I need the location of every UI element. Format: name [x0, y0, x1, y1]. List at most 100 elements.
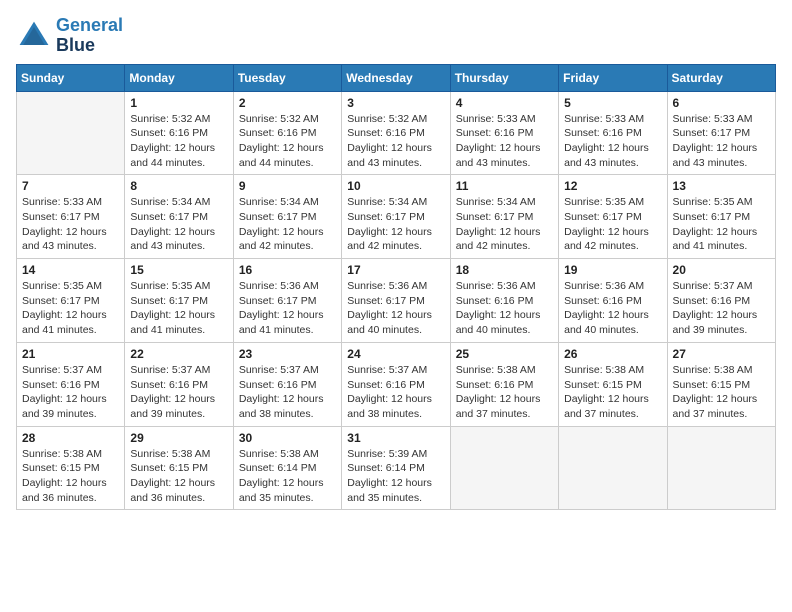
day-number: 10	[347, 179, 444, 193]
cell-info: Sunrise: 5:38 AM Sunset: 6:15 PM Dayligh…	[564, 363, 661, 422]
cell-info: Sunrise: 5:37 AM Sunset: 6:16 PM Dayligh…	[130, 363, 227, 422]
calendar-cell: 15 Sunrise: 5:35 AM Sunset: 6:17 PM Dayli…	[125, 259, 233, 343]
day-number: 12	[564, 179, 661, 193]
day-number: 30	[239, 431, 336, 445]
calendar-cell: 6 Sunrise: 5:33 AM Sunset: 6:17 PM Daylig…	[667, 91, 775, 175]
calendar-cell: 2Sunrise: 5:32 AM Sunset: 6:16 PM Daylig…	[233, 91, 341, 175]
cell-info: Sunrise: 5:36 AM Sunset: 6:16 PM Dayligh…	[564, 279, 661, 338]
logo-icon	[16, 18, 52, 54]
calendar-cell: 10 Sunrise: 5:34 AM Sunset: 6:17 PM Dayli…	[342, 175, 450, 259]
calendar-cell: 7Sunrise: 5:33 AM Sunset: 6:17 PM Daylig…	[17, 175, 125, 259]
day-number: 20	[673, 263, 770, 277]
logo-text: General Blue	[56, 16, 123, 56]
cell-info: Sunrise: 5:34 AM Sunset: 6:17 PM Dayligh…	[239, 195, 336, 254]
calendar-cell: 8 Sunrise: 5:34 AM Sunset: 6:17 PM Daylig…	[125, 175, 233, 259]
calendar-cell: 28 Sunrise: 5:38 AM Sunset: 6:15 PM Dayli…	[17, 426, 125, 510]
cell-info: Sunrise: 5:37 AM Sunset: 6:16 PM Dayligh…	[673, 279, 770, 338]
cell-info: Sunrise: 5:35 AM Sunset: 6:17 PM Dayligh…	[564, 195, 661, 254]
logo: General Blue	[16, 16, 123, 56]
cell-info: Sunrise: 5:32 AM Sunset: 6:16 PM Dayligh…	[347, 112, 444, 171]
cell-info: Sunrise: 5:38 AM Sunset: 6:15 PM Dayligh…	[130, 447, 227, 506]
day-number: 13	[673, 179, 770, 193]
calendar-cell	[17, 91, 125, 175]
calendar-cell: 12 Sunrise: 5:35 AM Sunset: 6:17 PM Dayli…	[559, 175, 667, 259]
day-number: 25	[456, 347, 553, 361]
weekday-header-saturday: Saturday	[667, 64, 775, 91]
day-number: 26	[564, 347, 661, 361]
cell-info: Sunrise: 5:38 AM Sunset: 6:15 PM Dayligh…	[673, 363, 770, 422]
cell-info: Sunrise: 5:37 AM Sunset: 6:16 PM Dayligh…	[239, 363, 336, 422]
calendar-cell: 29 Sunrise: 5:38 AM Sunset: 6:15 PM Dayli…	[125, 426, 233, 510]
cell-info: Sunrise: 5:39 AM Sunset: 6:14 PM Dayligh…	[347, 447, 444, 506]
calendar-cell: 5Sunrise: 5:33 AM Sunset: 6:16 PM Daylig…	[559, 91, 667, 175]
cell-info: Sunrise: 5:33 AM Sunset: 6:16 PM Dayligh…	[456, 112, 553, 171]
cell-info: Sunrise: 5:38 AM Sunset: 6:16 PM Dayligh…	[456, 363, 553, 422]
calendar-cell	[559, 426, 667, 510]
day-number: 23	[239, 347, 336, 361]
calendar-cell: 24 Sunrise: 5:37 AM Sunset: 6:16 PM Dayli…	[342, 342, 450, 426]
cell-info: Sunrise: 5:33 AM Sunset: 6:16 PM Dayligh…	[564, 112, 661, 171]
cell-info: Sunrise: 5:34 AM Sunset: 6:17 PM Dayligh…	[130, 195, 227, 254]
weekday-header-monday: Monday	[125, 64, 233, 91]
calendar-week-3: 14Sunrise: 5:35 AM Sunset: 6:17 PM Dayli…	[17, 259, 776, 343]
calendar-cell: 20 Sunrise: 5:37 AM Sunset: 6:16 PM Dayli…	[667, 259, 775, 343]
calendar-cell	[450, 426, 558, 510]
calendar-cell: 22 Sunrise: 5:37 AM Sunset: 6:16 PM Dayli…	[125, 342, 233, 426]
day-number: 17	[347, 263, 444, 277]
calendar-cell: 3 Sunrise: 5:32 AM Sunset: 6:16 PM Daylig…	[342, 91, 450, 175]
calendar-cell: 21 Sunrise: 5:37 AM Sunset: 6:16 PM Dayli…	[17, 342, 125, 426]
cell-info: Sunrise: 5:35 AM Sunset: 6:17 PM Dayligh…	[130, 279, 227, 338]
cell-info: Sunrise: 5:37 AM Sunset: 6:16 PM Dayligh…	[22, 363, 119, 422]
calendar-cell: 18Sunrise: 5:36 AM Sunset: 6:16 PM Dayli…	[450, 259, 558, 343]
cell-info: Sunrise: 5:33 AM Sunset: 6:17 PM Dayligh…	[22, 195, 119, 254]
cell-info: Sunrise: 5:36 AM Sunset: 6:17 PM Dayligh…	[347, 279, 444, 338]
day-number: 21	[22, 347, 119, 361]
page-header: General Blue	[16, 16, 776, 56]
weekday-header-friday: Friday	[559, 64, 667, 91]
weekday-header-sunday: Sunday	[17, 64, 125, 91]
day-number: 4	[456, 96, 553, 110]
day-number: 1	[130, 96, 227, 110]
calendar-cell	[667, 426, 775, 510]
calendar-cell: 31 Sunrise: 5:39 AM Sunset: 6:14 PM Dayli…	[342, 426, 450, 510]
calendar-table: SundayMondayTuesdayWednesdayThursdayFrid…	[16, 64, 776, 511]
cell-info: Sunrise: 5:36 AM Sunset: 6:17 PM Dayligh…	[239, 279, 336, 338]
day-number: 29	[130, 431, 227, 445]
calendar-cell: 25 Sunrise: 5:38 AM Sunset: 6:16 PM Dayli…	[450, 342, 558, 426]
day-number: 8	[130, 179, 227, 193]
day-number: 31	[347, 431, 444, 445]
calendar-cell: 26 Sunrise: 5:38 AM Sunset: 6:15 PM Dayli…	[559, 342, 667, 426]
day-number: 9	[239, 179, 336, 193]
calendar-week-2: 7Sunrise: 5:33 AM Sunset: 6:17 PM Daylig…	[17, 175, 776, 259]
cell-info: Sunrise: 5:34 AM Sunset: 6:17 PM Dayligh…	[347, 195, 444, 254]
calendar-cell: 27Sunrise: 5:38 AM Sunset: 6:15 PM Dayli…	[667, 342, 775, 426]
day-number: 22	[130, 347, 227, 361]
day-number: 15	[130, 263, 227, 277]
calendar-cell: 13Sunrise: 5:35 AM Sunset: 6:17 PM Dayli…	[667, 175, 775, 259]
cell-info: Sunrise: 5:34 AM Sunset: 6:17 PM Dayligh…	[456, 195, 553, 254]
day-number: 6	[673, 96, 770, 110]
cell-info: Sunrise: 5:38 AM Sunset: 6:14 PM Dayligh…	[239, 447, 336, 506]
day-number: 3	[347, 96, 444, 110]
calendar-week-1: 1 Sunrise: 5:32 AM Sunset: 6:16 PM Daylig…	[17, 91, 776, 175]
cell-info: Sunrise: 5:35 AM Sunset: 6:17 PM Dayligh…	[22, 279, 119, 338]
cell-info: Sunrise: 5:38 AM Sunset: 6:15 PM Dayligh…	[22, 447, 119, 506]
cell-info: Sunrise: 5:33 AM Sunset: 6:17 PM Dayligh…	[673, 112, 770, 171]
calendar-cell: 17 Sunrise: 5:36 AM Sunset: 6:17 PM Dayli…	[342, 259, 450, 343]
calendar-week-4: 21 Sunrise: 5:37 AM Sunset: 6:16 PM Dayli…	[17, 342, 776, 426]
calendar-cell: 14Sunrise: 5:35 AM Sunset: 6:17 PM Dayli…	[17, 259, 125, 343]
day-number: 28	[22, 431, 119, 445]
day-number: 24	[347, 347, 444, 361]
calendar-cell: 23 Sunrise: 5:37 AM Sunset: 6:16 PM Dayli…	[233, 342, 341, 426]
calendar-week-5: 28 Sunrise: 5:38 AM Sunset: 6:15 PM Dayli…	[17, 426, 776, 510]
calendar-cell: 4 Sunrise: 5:33 AM Sunset: 6:16 PM Daylig…	[450, 91, 558, 175]
day-number: 16	[239, 263, 336, 277]
calendar-cell: 11Sunrise: 5:34 AM Sunset: 6:17 PM Dayli…	[450, 175, 558, 259]
day-number: 18	[456, 263, 553, 277]
weekday-header-thursday: Thursday	[450, 64, 558, 91]
calendar-cell: 30 Sunrise: 5:38 AM Sunset: 6:14 PM Dayli…	[233, 426, 341, 510]
day-number: 2	[239, 96, 336, 110]
weekday-header-tuesday: Tuesday	[233, 64, 341, 91]
day-number: 19	[564, 263, 661, 277]
cell-info: Sunrise: 5:37 AM Sunset: 6:16 PM Dayligh…	[347, 363, 444, 422]
